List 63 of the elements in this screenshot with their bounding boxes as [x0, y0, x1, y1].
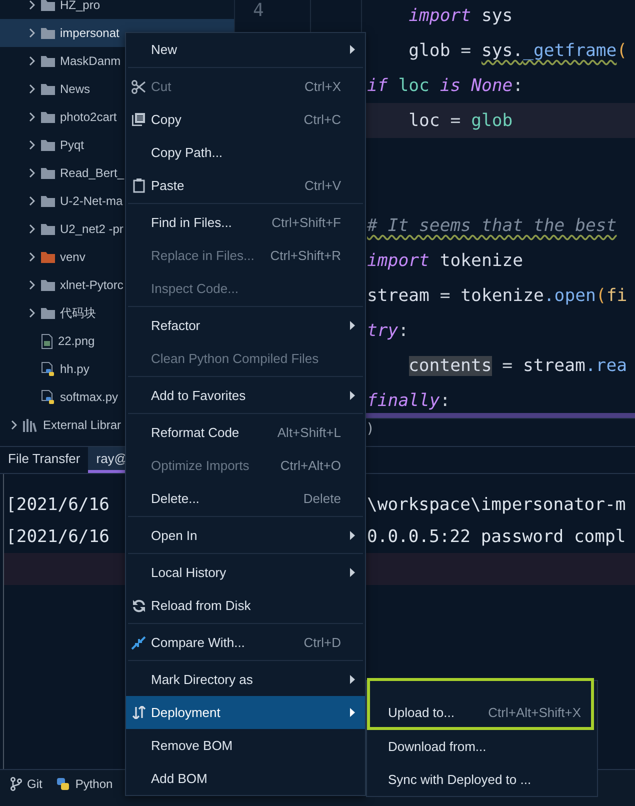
code-line: stream = tokenize.open(fi	[367, 284, 628, 306]
code-line: contents = stream.rea	[408, 354, 628, 376]
tree-item[interactable]: HZ_pro	[0, 0, 234, 19]
menu-item[interactable]: Add BOM	[126, 762, 365, 795]
menu-item[interactable]: Find in Files... Ctrl+Shift+F	[126, 206, 365, 239]
terminal-text: \workspace\impersonator-m	[367, 494, 626, 517]
menu-item[interactable]: Deployment	[126, 696, 365, 729]
menu-item[interactable]: Paste Ctrl+V	[126, 169, 365, 202]
code-line: finally:	[367, 390, 450, 412]
clipboard-icon	[132, 178, 144, 193]
menu-item[interactable]: Delete... Delete	[126, 482, 365, 515]
folder-icon	[41, 83, 55, 95]
menu-item[interactable]: Mark Directory as	[126, 663, 365, 696]
menu-item[interactable]: Remove BOM	[126, 729, 365, 762]
menu-item[interactable]: Sync with Deployed to ...	[367, 763, 597, 796]
folder-icon	[41, 27, 55, 39]
menu-item[interactable]: Copy Path...	[126, 136, 365, 169]
folder-icon	[41, 111, 55, 123]
image-file-icon	[41, 334, 53, 348]
menu-item[interactable]: Copy Ctrl+C	[126, 103, 365, 136]
menu-item[interactable]: Reformat Code Alt+Shift+L	[126, 416, 365, 449]
folder-icon	[41, 55, 55, 67]
terminal-text: [2021/6/16	[6, 494, 110, 517]
menu-item[interactable]: Refactor	[126, 309, 365, 342]
library-icon	[23, 418, 38, 432]
scissors-icon	[131, 80, 146, 94]
copy-icon	[132, 113, 145, 126]
compare-icon	[131, 636, 146, 650]
line-number: 4	[253, 0, 265, 21]
panel-tab[interactable]: File Transfer	[0, 447, 88, 473]
code-line: # It seems that the best	[367, 214, 617, 236]
code-line: glob = sys._getframe(	[408, 40, 628, 62]
folder-icon	[41, 195, 55, 207]
python-file-icon	[41, 390, 55, 404]
menu-item[interactable]: Download from...	[367, 730, 597, 763]
folder-icon	[41, 167, 55, 179]
code-text: )	[366, 421, 374, 437]
folder-icon	[41, 0, 55, 11]
terminal-text: 0.0.0.5:22 password compl	[367, 526, 626, 549]
code-line: if loc is None:	[367, 74, 524, 96]
folder-icon	[41, 307, 55, 319]
folder-icon	[41, 139, 55, 151]
code-line: import sys	[408, 4, 513, 26]
menu-item[interactable]: Compare With... Ctrl+D	[126, 626, 365, 659]
reload-icon	[132, 598, 146, 612]
menu-item[interactable]: Open In	[126, 519, 365, 552]
menu-item[interactable]: Reload from Disk	[126, 589, 365, 622]
up-down-arrows-icon	[132, 706, 146, 719]
python-file-icon	[41, 362, 55, 376]
code-line: import tokenize	[367, 250, 524, 272]
folder-icon	[41, 223, 55, 235]
folder-icon	[41, 251, 55, 263]
menu-item[interactable]: Local History	[126, 556, 365, 589]
python-icon	[56, 777, 70, 791]
folder-icon	[41, 279, 55, 291]
menu-item[interactable]: Add to Favorites	[126, 379, 365, 412]
code-line: try:	[367, 320, 409, 342]
status-bar-item[interactable]: Python	[56, 775, 113, 793]
menu-item[interactable]: Upload to... Ctrl+Alt+Shift+X	[367, 678, 594, 730]
terminal-text: [2021/6/16	[6, 526, 110, 549]
code-line: loc = glob	[408, 110, 513, 132]
branch-icon	[10, 777, 22, 791]
status-bar-item[interactable]: Git	[10, 775, 42, 793]
